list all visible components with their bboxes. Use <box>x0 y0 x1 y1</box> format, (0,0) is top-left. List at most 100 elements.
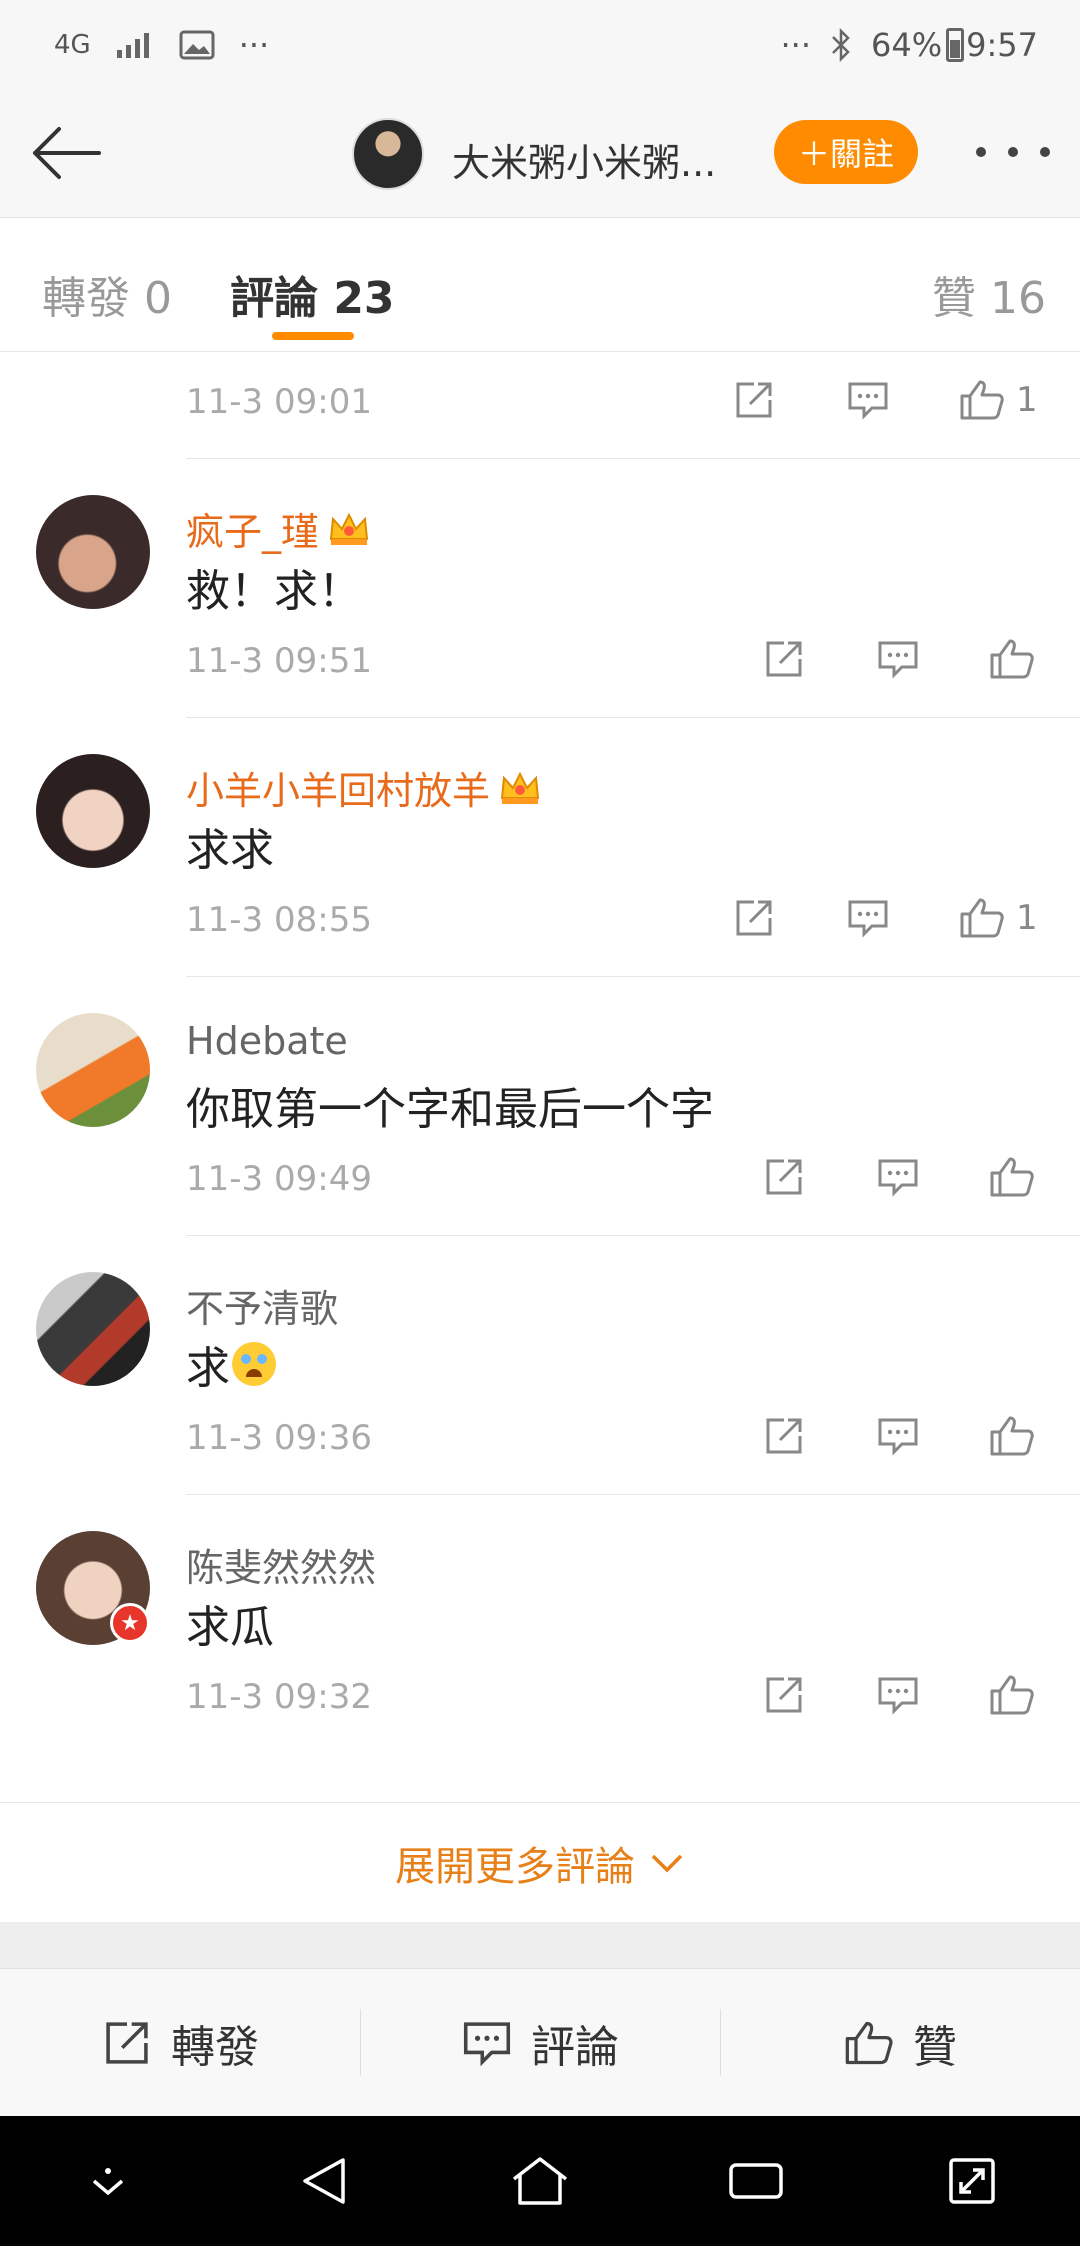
like-comment-button[interactable] <box>952 370 1012 430</box>
repost-comment-button[interactable] <box>724 888 784 948</box>
status-more: ··· <box>238 26 270 64</box>
back-button[interactable] <box>26 118 106 188</box>
repost-comment-button[interactable] <box>754 1406 814 1466</box>
like-count: 1 <box>1016 380 1038 420</box>
repost-comment-button[interactable] <box>754 1147 814 1207</box>
chevron-down-icon <box>92 2168 124 2196</box>
tab-comments[interactable]: 評論 23 <box>230 262 395 326</box>
comment-list: 求 11-3 09:01 1 疯子_瑾 救！求！ 11-3 09:51 <box>0 352 1080 1802</box>
comment-time: 11-3 09:36 <box>186 1418 372 1458</box>
fullscreen-button[interactable] <box>927 2136 1017 2226</box>
hide-keyboard-button[interactable] <box>63 2136 153 2226</box>
repost-button[interactable]: 轉發 <box>0 1969 360 2116</box>
comment-button[interactable]: 評論 <box>360 1969 720 2116</box>
comment-actions <box>754 1406 1046 1466</box>
system-recents-button[interactable] <box>711 2136 801 2226</box>
comment-item: 小羊小羊回村放羊 求求 11-3 08:55 1 <box>0 718 1080 977</box>
tab-likes[interactable]: 贊 16 <box>932 262 1046 326</box>
author-name[interactable]: 大米粥小米粥... <box>452 132 716 187</box>
comment-text: 求求 <box>186 825 274 876</box>
like-comment-button[interactable] <box>982 1665 1042 1725</box>
vip-crown-icon <box>329 512 369 545</box>
comment-actions <box>754 1665 1046 1725</box>
system-nav-bar <box>0 2116 1080 2246</box>
comment-icon <box>463 2021 511 2066</box>
comment-time: 11-3 09:01 <box>186 382 372 422</box>
repost-comment-button[interactable] <box>754 629 814 689</box>
comment-text: 求 <box>186 352 276 360</box>
like-comment-button[interactable] <box>982 629 1042 689</box>
comment-text: 求 <box>186 1332 276 1396</box>
comment-item: ★ 陈斐然然然 求瓜 11-3 09:32 <box>0 1495 1080 1754</box>
share-icon <box>766 1418 802 1454</box>
commenter-avatar[interactable] <box>36 1272 150 1386</box>
thumbs-up-icon <box>990 1416 1034 1456</box>
like-button[interactable]: 贊 <box>720 1969 1080 2116</box>
share-icon <box>736 382 772 418</box>
repost-label: 轉發 <box>171 2021 259 2073</box>
reply-comment-button[interactable] <box>838 370 898 430</box>
crying-face-icon <box>232 1342 276 1386</box>
clock: 9:57 <box>966 26 1038 64</box>
comment-time: 11-3 09:32 <box>186 1677 372 1717</box>
comment-label: 評論 <box>531 2021 619 2073</box>
comment-icon <box>848 900 888 938</box>
share-icon <box>736 900 772 936</box>
thumbs-up-icon <box>960 898 1004 938</box>
comment-icon <box>848 382 888 420</box>
reply-comment-button[interactable] <box>868 629 928 689</box>
comment-text: 你取第一个字和最后一个字 <box>186 1084 714 1135</box>
commenter-name[interactable]: 陈斐然然然 <box>186 1537 376 1592</box>
nav-bar: 大米粥小米粥... ＋關註 <box>0 90 1080 218</box>
comment-item: 求 11-3 09:01 1 <box>0 352 1080 459</box>
expand-icon <box>949 2158 995 2204</box>
system-home-button[interactable] <box>495 2136 585 2226</box>
battery-percent: 64% <box>871 26 943 64</box>
commenter-name[interactable]: 不予清歌 <box>186 1278 338 1333</box>
author-avatar[interactable] <box>352 118 424 190</box>
reply-comment-button[interactable] <box>868 1406 928 1466</box>
share-icon <box>766 1677 802 1713</box>
more-dot-icon <box>1040 147 1050 157</box>
commenter-avatar[interactable] <box>36 754 150 868</box>
back-arrow-icon <box>33 127 101 179</box>
comment-time: 11-3 09:49 <box>186 1159 372 1199</box>
battery-icon <box>946 28 965 62</box>
expand-more-comments[interactable]: 展開更多評論 <box>0 1802 1080 1922</box>
like-comment-button[interactable] <box>982 1406 1042 1466</box>
more-options-button[interactable] <box>976 132 1050 172</box>
commenter-avatar[interactable] <box>36 495 150 609</box>
like-comment-button[interactable] <box>982 1147 1042 1207</box>
reply-comment-button[interactable] <box>868 1665 928 1725</box>
like-comment-button[interactable] <box>952 888 1012 948</box>
gallery-icon <box>179 30 215 60</box>
thumbs-up-icon <box>990 1675 1034 1715</box>
comment-item: Hdebate 你取第一个字和最后一个字 11-3 09:49 <box>0 977 1080 1236</box>
comment-icon <box>878 1159 918 1197</box>
comment-actions: 1 <box>724 370 1038 430</box>
share-icon <box>766 1159 802 1195</box>
system-back-button[interactable] <box>279 2136 369 2226</box>
commenter-name[interactable]: Hdebate <box>186 1019 348 1063</box>
commenter-name[interactable]: 疯子_瑾 <box>186 501 371 556</box>
thumbs-up-icon <box>845 2021 893 2064</box>
comment-item: 疯子_瑾 救！求！ 11-3 09:51 <box>0 459 1080 718</box>
commenter-avatar[interactable] <box>36 1013 150 1127</box>
more-dot-icon <box>1008 147 1018 157</box>
tab-repost[interactable]: 轉發 0 <box>42 262 172 326</box>
repost-comment-button[interactable] <box>754 1665 814 1725</box>
thumbs-up-icon <box>990 1157 1034 1197</box>
expand-label: 展開更多評論 <box>395 1843 635 1890</box>
comment-text: 救！求！ <box>186 566 362 617</box>
follow-button[interactable]: ＋關註 <box>774 120 918 184</box>
like-label: 贊 <box>913 2021 957 2073</box>
reply-comment-button[interactable] <box>838 888 898 948</box>
bluetooth-icon <box>832 28 850 62</box>
active-tab-indicator <box>272 332 354 340</box>
recents-icon <box>729 2163 783 2199</box>
thumbs-up-icon <box>990 639 1034 679</box>
repost-comment-button[interactable] <box>724 370 784 430</box>
commenter-name[interactable]: 小羊小羊回村放羊 <box>186 760 542 815</box>
comment-actions: 1 <box>724 888 1038 948</box>
reply-comment-button[interactable] <box>868 1147 928 1207</box>
